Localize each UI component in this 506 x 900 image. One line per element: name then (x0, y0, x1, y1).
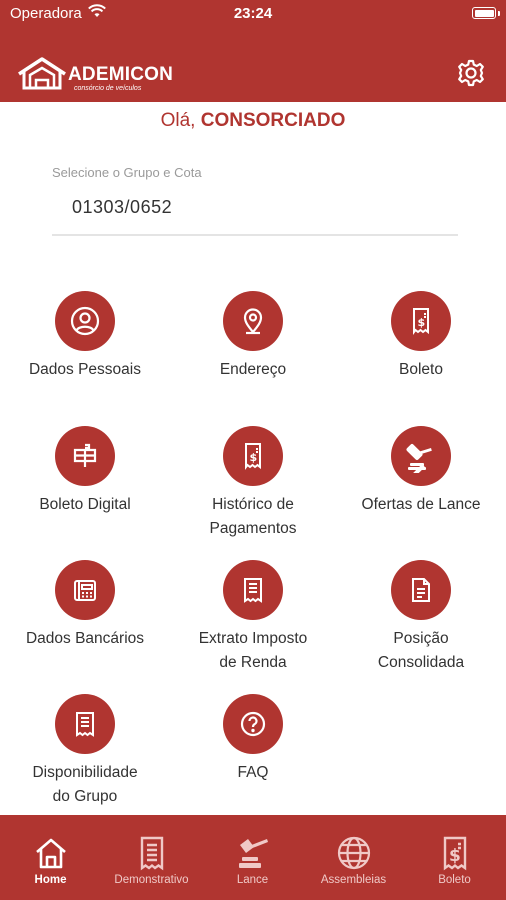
menu-item-faq[interactable]: FAQ (169, 694, 337, 785)
gavel-icon (202, 835, 303, 873)
menu-item-label: Boleto Digital (39, 496, 131, 513)
battery-icon (472, 7, 496, 19)
logo-tagline: consórcio de veículos (74, 85, 142, 92)
greeting-prefix: Olá, (160, 110, 196, 131)
tab-boleto[interactable]: $ Boleto (404, 815, 505, 900)
tab-demonstrativo[interactable]: Demonstrativo (101, 815, 202, 900)
menu-item-posicao-consolidada[interactable]: Posição Consolidada (337, 560, 505, 675)
tab-label: Boleto (438, 874, 471, 886)
menu-item-endereco[interactable]: Endereço (169, 291, 337, 382)
receipt-dollar-icon: $ (391, 291, 451, 351)
menu-item-label: FAQ (237, 764, 269, 781)
statement-icon (223, 560, 283, 620)
mailbox-icon (55, 426, 115, 486)
menu-item-label: Dados Pessoais (28, 361, 141, 378)
menu-item-label: Endereço (219, 361, 287, 378)
statement-icon (101, 835, 202, 873)
menu-item-label: Ofertas de Lance (361, 496, 481, 513)
menu-item-label: Extrato Imposto de Renda (198, 630, 308, 671)
menu-item-extrato-ir[interactable]: Extrato Imposto de Renda (169, 560, 337, 675)
clock-label: 23:24 (233, 5, 273, 22)
app-header: ADEMICON consórcio de veículos (0, 28, 506, 102)
menu-item-label: Histórico de Pagamentos (209, 496, 297, 537)
question-icon (223, 694, 283, 754)
tab-assembleias[interactable]: Assembleias (303, 815, 404, 900)
menu-item-dados-bancarios[interactable]: Dados Bancários (1, 560, 169, 651)
menu-item-ofertas-lance[interactable]: Ofertas de Lance (337, 426, 505, 517)
document-icon (391, 560, 451, 620)
greeting-name: CONSORCIADO (200, 110, 346, 131)
battery-tip-icon (498, 11, 500, 16)
tab-home[interactable]: Home (0, 815, 101, 900)
status-bar: Operadora 23:24 (0, 0, 506, 28)
menu-item-dados-pessoais[interactable]: Dados Pessoais (1, 291, 169, 382)
statement-icon (55, 694, 115, 754)
group-select-field[interactable] (52, 160, 458, 238)
tab-label: Home (34, 874, 67, 886)
globe-icon (303, 835, 404, 873)
tab-label: Demonstrativo (114, 874, 189, 886)
menu-item-label: Boleto (399, 361, 443, 378)
receipt-dollar-icon: $ (404, 835, 505, 873)
greeting: Olá, CONSORCIADO (0, 110, 506, 132)
menu-item-label: Disponibilidade do Grupo (32, 764, 138, 805)
menu-item-boleto[interactable]: $ Boleto (337, 291, 505, 382)
tab-lance[interactable]: Lance (202, 815, 303, 900)
bottom-tab-bar: Home Demonstrativo Lance Assembleias $ B… (0, 815, 506, 900)
menu-item-historico-pagamentos[interactable]: $ Histórico de Pagamentos (169, 426, 337, 541)
receipt-dollar-icon: $ (223, 426, 283, 486)
menu-item-label: Posição Consolidada (377, 630, 465, 671)
tab-label: Lance (236, 874, 269, 886)
bank-card-icon (55, 560, 115, 620)
menu-item-disponibilidade-grupo[interactable]: Disponibilidade do Grupo (1, 694, 169, 809)
gear-icon (456, 59, 486, 92)
gavel-icon (391, 426, 451, 486)
location-pin-icon (223, 291, 283, 351)
menu-item-label: Dados Bancários (25, 630, 145, 647)
house-logo-icon (16, 56, 68, 97)
menu-item-boleto-digital[interactable]: Boleto Digital (1, 426, 169, 517)
tab-label: Assembleias (320, 874, 387, 886)
user-icon (55, 291, 115, 351)
logo-name: ADEMICON (68, 64, 174, 85)
settings-button[interactable] (456, 58, 486, 88)
home-icon (0, 835, 101, 873)
